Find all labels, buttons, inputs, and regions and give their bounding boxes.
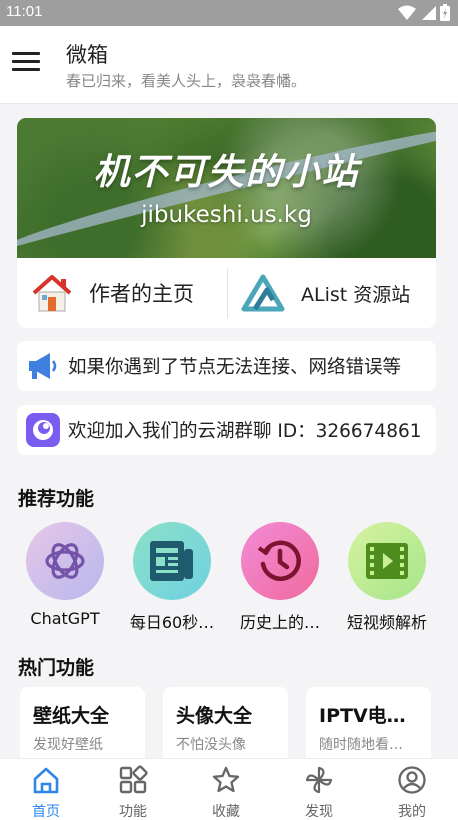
wifi-icon — [398, 5, 416, 20]
recommended-section-title: 推荐功能 — [18, 488, 95, 510]
menu-icon-bar — [12, 68, 40, 71]
feature-short-video-parse[interactable]: 短视频解析 — [332, 522, 442, 633]
app-subtitle: 春已归来，看美人头上，袅袅春幡。 — [66, 72, 307, 90]
links-card: 作者的主页 AList 资源站 — [17, 258, 436, 328]
feature-label: 短视频解析 — [346, 613, 427, 632]
app-bar: 微箱 春已归来，看美人头上，袅袅春幡。 — [0, 26, 458, 104]
notice-network-error[interactable]: 如果你遇到了节点无法连接、网络错误等 — [17, 341, 436, 391]
link-label-author: 作者的主页 — [89, 282, 194, 306]
star-icon — [212, 766, 240, 793]
bottom-navigation: 首页 功能 收藏 发现 我的 — [0, 758, 458, 820]
alist-resource-link[interactable]: AList 资源站 — [241, 258, 431, 328]
nav-label: 发现 — [305, 804, 333, 820]
newspaper-glyph — [150, 541, 193, 581]
history-clock-glyph — [257, 540, 301, 582]
chat-app-icon — [26, 413, 60, 447]
hot-card-subtitle: 随时随地看… — [319, 737, 403, 753]
nav-discover[interactable]: 发现 — [273, 759, 365, 820]
hot-card-subtitle: 不怕没头像 — [176, 737, 246, 753]
nav-home[interactable]: 首页 — [0, 759, 92, 820]
menu-icon — [12, 52, 40, 55]
alist-logo-icon — [241, 274, 285, 312]
hot-card-title: 头像大全 — [176, 705, 253, 727]
megaphone-icon — [29, 353, 57, 379]
hot-card-iptv[interactable]: IPTV电… 随时随地看… — [306, 687, 431, 762]
hot-card-subtitle: 发现好壁纸 — [33, 737, 103, 753]
banner-title: 机不可失的小站 — [93, 152, 360, 193]
nav-favorites[interactable]: 收藏 — [180, 759, 272, 820]
cellular-signal-icon — [422, 5, 436, 20]
banner[interactable]: 机不可失的小站 jibukeshi.us.kg — [17, 118, 436, 258]
menu-icon-bar — [12, 60, 40, 63]
apps-grid-icon — [119, 765, 148, 794]
feature-chatgpt[interactable]: ChatGPT — [10, 522, 120, 628]
notice-text: 欢迎加入我们的云湖群聊 ID：326674861 — [68, 421, 422, 442]
home-icon — [33, 767, 59, 794]
nav-label: 首页 — [32, 804, 60, 820]
status-bar: 11:01 — [0, 0, 458, 26]
film-glyph — [366, 543, 408, 579]
notice-text: 如果你遇到了节点无法连接、网络错误等 — [68, 357, 402, 378]
newspaper-icon — [133, 522, 211, 600]
house-icon — [32, 275, 72, 312]
feature-history-today[interactable]: 历史上的… — [225, 522, 335, 633]
hot-card-title: IPTV电… — [319, 705, 406, 727]
film-icon — [348, 522, 426, 600]
hot-card-avatars[interactable]: 头像大全 不怕没头像 — [163, 687, 288, 762]
hot-section-title: 热门功能 — [18, 657, 95, 679]
profile-icon — [398, 766, 426, 794]
menu-button[interactable] — [12, 52, 40, 76]
status-time: 11:01 — [6, 3, 43, 20]
nav-label: 功能 — [119, 804, 147, 820]
notice-group-chat[interactable]: 欢迎加入我们的云湖群聊 ID：326674861 — [17, 405, 436, 455]
feature-label: 每日60秒… — [129, 613, 215, 632]
hot-card-wallpapers[interactable]: 壁纸大全 发现好壁纸 — [20, 687, 145, 762]
app-title: 微箱 — [66, 43, 108, 67]
status-icons — [398, 4, 450, 21]
links-divider — [227, 268, 228, 318]
nav-profile[interactable]: 我的 — [366, 759, 458, 820]
pinwheel-icon — [305, 766, 333, 794]
link-label-alist: AList 资源站 — [301, 283, 411, 306]
feature-label: 历史上的… — [239, 613, 320, 632]
nav-label: 收藏 — [212, 804, 240, 820]
banner-url: jibukeshi.us.kg — [141, 202, 312, 228]
hot-card-title: 壁纸大全 — [33, 705, 110, 727]
nav-features[interactable]: 功能 — [87, 759, 179, 820]
history-clock-icon — [241, 522, 319, 600]
feature-daily-60s[interactable]: 每日60秒… — [117, 522, 227, 633]
openai-glyph — [45, 543, 85, 579]
feature-label: ChatGPT — [30, 609, 100, 628]
author-homepage-link[interactable]: 作者的主页 — [31, 258, 221, 328]
battery-icon — [440, 4, 450, 21]
nav-label: 我的 — [398, 804, 426, 820]
openai-icon — [26, 522, 104, 600]
